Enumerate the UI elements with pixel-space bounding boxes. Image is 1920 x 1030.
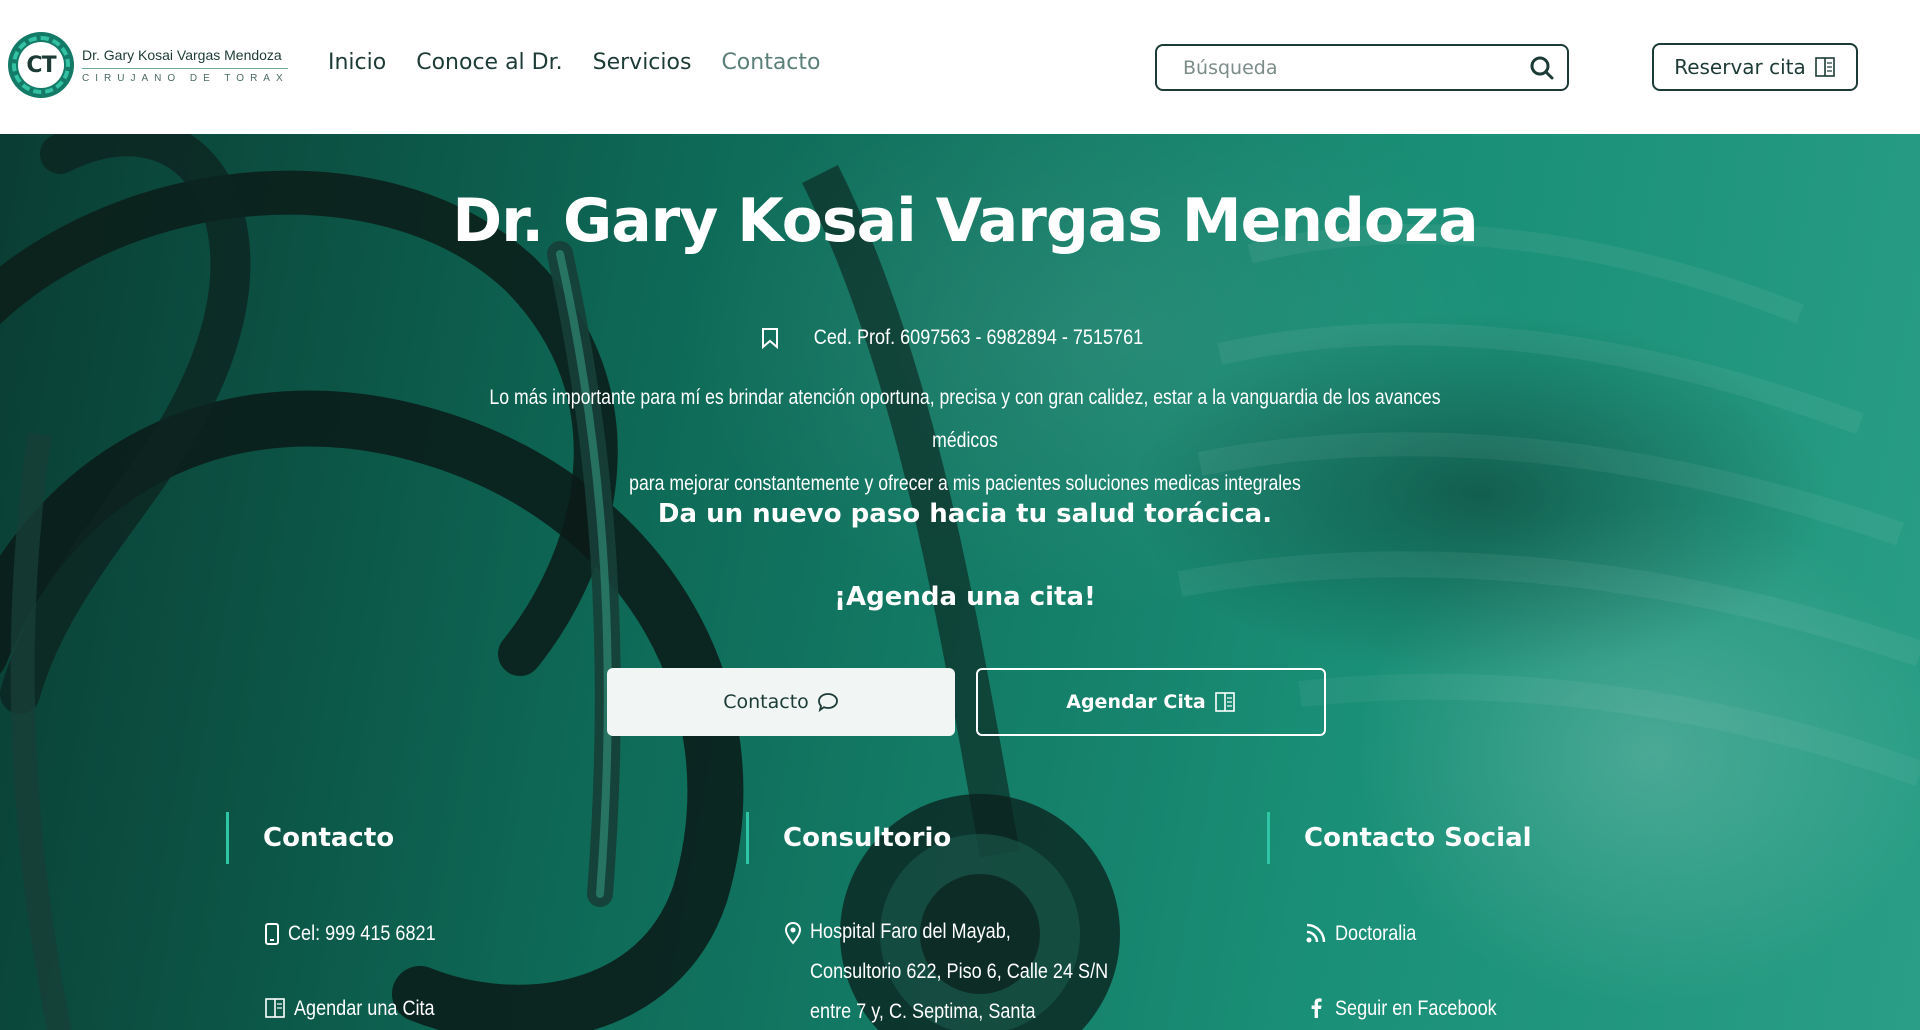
schedule-link[interactable]: Agendar una Cita [264,997,457,1021]
hero-tagline: Da un nuevo paso hacia tu salud torácica… [657,499,1273,529]
logo-badge: CT [8,32,74,98]
hero-title: Dr. Gary Kosai Vargas Mendoza [452,186,1478,256]
phone-text: Cel: 999 415 6821 [288,922,436,945]
search-icon[interactable] [1529,55,1555,81]
logo-text: Dr. Gary Kosai Vargas Mendoza CIRUJANO D… [82,47,289,84]
bookmark-icon [761,328,778,349]
col-title-consultorio: Consultorio [746,812,951,864]
logo-name: Dr. Gary Kosai Vargas Mendoza [82,46,282,63]
address-line-2: Consultorio 622, Piso 6, Calle 24 S/N [810,960,1109,983]
main-nav: Inicio Conoce al Dr. Servicios Contacto [328,50,821,75]
address-link[interactable]: Hospital Faro del Mayab, Consultorio 622… [784,912,1157,1030]
search-box [1155,44,1569,91]
book-icon [1814,57,1835,77]
facebook-text: Seguir en Facebook [1335,997,1497,1020]
schedule-button[interactable]: Agendar Cita [976,668,1326,736]
site-header: CT Dr. Gary Kosai Vargas Mendoza CIRUJAN… [0,0,1920,134]
chat-bubble-icon [817,693,838,713]
search-input[interactable] [1183,56,1529,79]
phone-icon [265,923,279,945]
nav-item-servicios[interactable]: Servicios [593,50,692,75]
schedule-link-text: Agendar una Cita [294,997,435,1020]
nav-item-inicio[interactable]: Inicio [328,50,386,75]
col-title-social: Contacto Social [1267,812,1532,864]
hero-description: Lo más importante para mí es brindar ate… [360,376,1570,505]
phone-link[interactable]: Cel: 999 415 6821 [264,922,460,946]
logo-divider [82,67,288,69]
nav-item-conoce[interactable]: Conoce al Dr. [416,50,562,75]
doctoralia-text: Doctoralia [1335,922,1417,945]
facebook-link[interactable]: Seguir en Facebook [1305,997,1523,1021]
hero-cta-text: ¡Agenda una cita! [834,582,1096,612]
contact-button-label: Contacto [723,691,809,713]
address-text: Hospital Faro del Mayab, Consultorio 622… [810,912,1157,1030]
site-logo[interactable]: CT Dr. Gary Kosai Vargas Mendoza CIRUJAN… [8,32,289,98]
hero-description-line-1: Lo más importante para mí es brindar ate… [489,386,1441,452]
location-pin-icon [784,921,802,945]
reserve-button[interactable]: Reservar cita [1652,43,1858,91]
logo-subtitle: CIRUJANO DE TORAX [82,72,289,84]
rss-icon [1306,923,1326,943]
hero-section: Dr. Gary Kosai Vargas Mendoza Ced. Prof.… [0,134,1920,1030]
book-icon [1214,692,1235,712]
hero-credentials: Ced. Prof. 6097563 - 6982894 - 7515761 [0,326,1920,350]
contact-button[interactable]: Contacto [607,668,955,736]
schedule-button-label: Agendar Cita [1066,691,1206,713]
credentials-text: Ced. Prof. 6097563 - 6982894 - 7515761 [813,326,1143,349]
address-line-3: entre 7 y, C. Septima, Santa [810,1000,1036,1023]
book-icon [265,998,285,1018]
reserve-button-label: Reservar cita [1674,55,1806,79]
logo-initials: CT [18,42,64,88]
col-title-contacto: Contacto [226,812,394,864]
nav-item-contacto[interactable]: Contacto [721,50,820,75]
doctoralia-link[interactable]: Doctoralia [1305,922,1430,946]
address-line-1: Hospital Faro del Mayab, [810,920,1011,943]
facebook-icon [1311,998,1322,1018]
